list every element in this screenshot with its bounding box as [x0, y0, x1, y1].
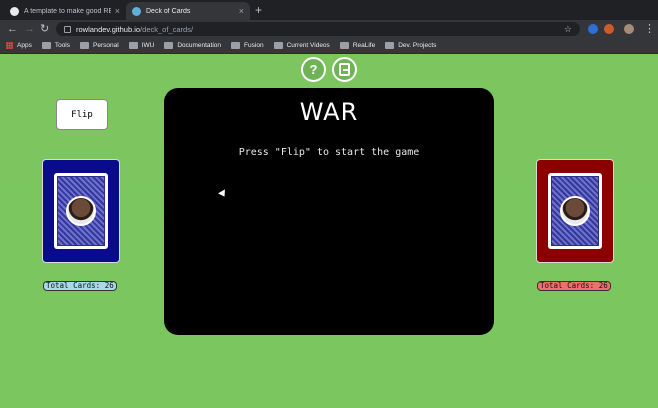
bookmark-label: Tools [54, 42, 71, 49]
folder-icon [231, 42, 241, 49]
bookmark-label: ReaLife [352, 42, 376, 49]
folder-icon [80, 42, 90, 49]
folder-icon [41, 42, 51, 49]
bookmark-label: Documentation [177, 42, 222, 49]
bookmark-label: Fusion [244, 42, 264, 49]
tab-deck-of-cards[interactable]: Deck of Cards × [126, 2, 250, 20]
reload-icon[interactable]: ↻ [40, 21, 49, 37]
game-title: WAR [299, 98, 359, 126]
avatar [66, 196, 96, 226]
opponent-deck-card [536, 159, 614, 263]
folder-icon [164, 42, 174, 49]
question-icon: ? [309, 62, 318, 77]
help-button[interactable]: ? [301, 57, 326, 82]
tab-close-icon[interactable]: × [239, 6, 244, 16]
exit-door-icon [339, 63, 350, 76]
opponent-card-count: Total Cards: 26 [537, 281, 611, 291]
folder-icon [273, 42, 283, 49]
address-bar[interactable]: rowlandev.github.io/deck_of_cards/ ☆ [56, 22, 580, 36]
url-path: /deck_of_cards/ [140, 24, 194, 34]
flip-button[interactable]: Flip [56, 99, 108, 130]
bookmark-label: Dev. Projects [398, 42, 437, 49]
apps-grid-icon [6, 42, 13, 49]
bookmark-label: IWU [141, 42, 155, 49]
browser-tab-bar: A template to make good REA × Deck of Ca… [0, 0, 658, 20]
player-card-count: Total Cards: 26 [43, 281, 117, 291]
folder-icon [128, 42, 138, 49]
bookmark-apps[interactable]: Apps [6, 42, 32, 49]
tab-title: Deck of Cards [146, 7, 191, 15]
extension-icon[interactable] [604, 24, 614, 34]
bookmark-star-icon[interactable]: ☆ [564, 24, 572, 35]
avatar [560, 196, 590, 226]
browser-menu-icon[interactable]: ⋮ [644, 20, 655, 38]
forward-icon[interactable]: → [24, 21, 35, 37]
extension-icon[interactable] [588, 24, 598, 34]
lock-icon [64, 25, 71, 33]
exit-button[interactable] [332, 57, 357, 82]
github-icon [10, 6, 19, 16]
profile-avatar-icon[interactable] [624, 24, 634, 34]
bookmark-label: Current Videos [286, 42, 330, 49]
tab-close-icon[interactable]: × [115, 6, 120, 16]
game-message: Press "Flip" to start the game [238, 147, 420, 158]
bookmark-folder[interactable]: IWU [128, 42, 155, 49]
url-host: rowlandev.github.io [76, 24, 141, 34]
folder-icon [339, 42, 349, 49]
folder-icon [385, 42, 395, 49]
new-tab-button[interactable]: + [255, 3, 262, 17]
game-board: WAR Press "Flip" to start the game [164, 88, 494, 335]
tab-title: A template to make good REA [24, 7, 111, 15]
tab-template[interactable]: A template to make good REA × [4, 2, 126, 20]
site-favicon-icon [132, 6, 141, 16]
card-pattern [551, 176, 599, 246]
card-back [54, 173, 108, 249]
bookmark-folder[interactable]: Current Videos [273, 42, 330, 49]
card-pattern [57, 176, 105, 246]
bookmark-folder[interactable]: ReaLife [339, 42, 376, 49]
bookmarks-bar: Apps Tools Personal IWU Documentation Fu… [0, 38, 658, 54]
bookmark-folder[interactable]: Personal [80, 42, 119, 49]
browser-toolbar: ← → ↻ rowlandev.github.io/deck_of_cards/… [0, 20, 658, 38]
back-icon[interactable]: ← [7, 21, 18, 37]
game-page: ? Flip Total Cards: 26 WAR Press "Flip" … [0, 55, 658, 408]
bookmark-label: Apps [17, 42, 32, 49]
bookmark-label: Personal [93, 42, 119, 49]
bookmark-folder[interactable]: Documentation [164, 42, 221, 49]
card-back [548, 173, 602, 249]
player-deck-card[interactable] [42, 159, 120, 263]
bookmark-folder[interactable]: Tools [41, 42, 71, 49]
bookmark-folder[interactable]: Dev. Projects [385, 42, 436, 49]
bookmark-folder[interactable]: Fusion [231, 42, 264, 49]
